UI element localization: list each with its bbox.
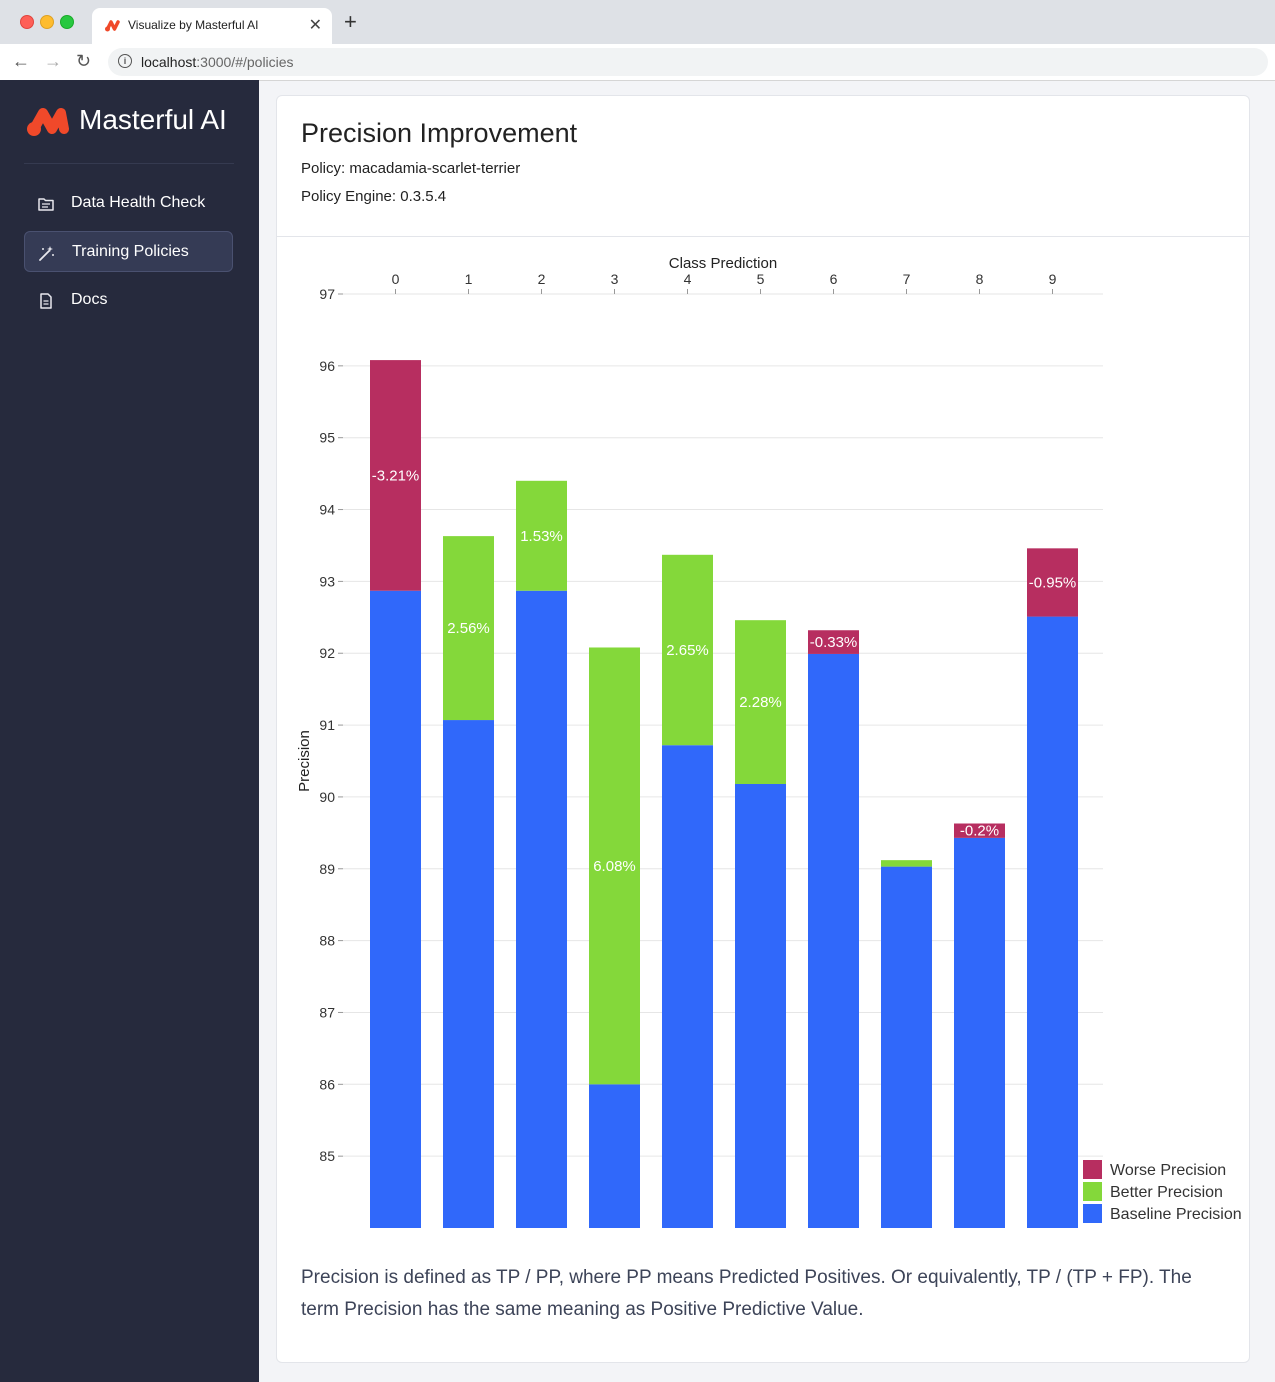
baseline-bar: [881, 866, 932, 1228]
masterful-logo-icon[interactable]: [27, 108, 71, 136]
back-arrow-icon[interactable]: ←: [12, 51, 30, 72]
x-tick-label: 4: [684, 271, 692, 287]
y-tick-label: 87: [319, 1004, 335, 1020]
document-icon: [40, 293, 52, 309]
bar-value-label: 2.65%: [666, 642, 709, 659]
bar-value-label: -3.21%: [372, 467, 420, 484]
precision-definition: Precision is defined as TP / PP, where P…: [301, 1267, 1192, 1320]
y-axis-title: Precision: [296, 730, 313, 792]
baseline-bar: [735, 783, 786, 1228]
y-tick-label: 94: [319, 502, 335, 518]
policy-name: Policy: macadamia-scarlet-terrier: [301, 160, 521, 177]
browser-tab-bar: Visualize by Masterful AI ✕ +: [0, 0, 1275, 44]
new-tab-button[interactable]: +: [344, 11, 357, 33]
brand-name[interactable]: Masterful AI: [79, 104, 227, 136]
legend-swatch: [1083, 1182, 1102, 1201]
minimize-window-button[interactable]: [40, 15, 54, 29]
y-tick-label: 90: [319, 789, 335, 805]
y-tick-label: 88: [319, 933, 335, 949]
baseline-bar: [516, 590, 567, 1228]
url-text: localhost:3000/#/policies: [141, 54, 294, 70]
x-tick-label: 7: [903, 271, 911, 287]
x-tick-label: 9: [1049, 271, 1057, 287]
precision-card: Precision Improvement Policy: macadamia-…: [276, 95, 1250, 1363]
baseline-bar: [370, 590, 421, 1228]
sidebar-item-training-policies[interactable]: Training Policies: [24, 231, 233, 272]
baseline-bar: [954, 837, 1005, 1228]
x-tick-label: 0: [392, 271, 400, 287]
reload-icon[interactable]: ↻: [76, 51, 91, 72]
baseline-bar: [1027, 616, 1078, 1228]
x-tick-label: 8: [976, 271, 984, 287]
x-tick-label: 1: [465, 271, 473, 287]
browser-tab[interactable]: Visualize by Masterful AI ✕: [92, 8, 332, 44]
address-bar[interactable]: i localhost:3000/#/policies: [108, 48, 1268, 76]
y-tick-label: 91: [319, 717, 335, 733]
x-tick-label: 2: [538, 271, 546, 287]
legend-swatch: [1083, 1160, 1102, 1179]
card-divider: [277, 236, 1249, 237]
bar-value-label: -0.2%: [960, 823, 999, 840]
sidebar-item-data-health-check[interactable]: Data Health Check: [24, 183, 233, 224]
forward-arrow-icon[interactable]: →: [44, 51, 62, 72]
y-tick-label: 96: [319, 358, 335, 374]
tab-title: Visualize by Masterful AI: [128, 18, 259, 32]
browser-toolbar: ← → ↻ i localhost:3000/#/policies: [0, 44, 1275, 81]
sidebar-item-label: Data Health Check: [71, 194, 206, 211]
better-bar: [881, 860, 932, 867]
magic-wand-icon: [39, 246, 54, 261]
url-path: :3000/#/policies: [196, 54, 294, 70]
bar-value-label: 6.08%: [593, 858, 636, 875]
legend-swatch: [1083, 1204, 1102, 1223]
bar-value-label: 1.53%: [520, 528, 563, 545]
y-tick-label: 93: [319, 573, 335, 589]
baseline-bar: [808, 653, 859, 1228]
info-icon[interactable]: i: [118, 54, 132, 68]
sidebar-item-label: Docs: [71, 291, 108, 308]
baseline-bar: [443, 720, 494, 1228]
bar-value-label: -0.33%: [810, 634, 858, 651]
bar-value-label: 2.28%: [739, 694, 782, 711]
bar-value-label: 2.56%: [447, 620, 490, 637]
sidebar-item-label: Training Policies: [72, 243, 189, 260]
close-window-button[interactable]: [20, 15, 34, 29]
maximize-window-button[interactable]: [60, 15, 74, 29]
tab-close-icon[interactable]: ✕: [309, 15, 322, 35]
y-tick-label: 97: [319, 286, 335, 302]
folder-icon: [38, 198, 54, 211]
x-tick-label: 5: [757, 271, 765, 287]
y-tick-label: 85: [319, 1148, 335, 1164]
y-tick-label: 86: [319, 1076, 335, 1092]
policy-engine-version: Policy Engine: 0.3.5.4: [301, 188, 447, 205]
sidebar-item-docs[interactable]: Docs: [24, 280, 233, 321]
legend-label: Worse Precision: [1110, 1162, 1226, 1179]
legend-label: Better Precision: [1110, 1184, 1223, 1201]
y-tick-label: 95: [319, 430, 335, 446]
baseline-bar: [589, 1084, 640, 1228]
x-tick-label: 3: [611, 271, 619, 287]
precision-bar-chart: 858687888990919293949596970 1 2 3 4 5 6 7 8 9Clas…: [296, 255, 1242, 1228]
x-axis-title: Class Prediction: [669, 255, 777, 272]
page-title: Precision Improvement: [301, 118, 578, 148]
masterful-logo-icon: [105, 20, 120, 32]
y-tick-label: 92: [319, 645, 335, 661]
y-tick-label: 89: [319, 861, 335, 877]
baseline-bar: [662, 745, 713, 1228]
legend-label: Baseline Precision: [1110, 1206, 1242, 1223]
sidebar: Masterful AI Data Health Check Training …: [0, 80, 259, 1382]
sidebar-divider: [24, 163, 234, 164]
bar-value-label: -0.95%: [1029, 574, 1077, 591]
x-tick-label: 6: [830, 271, 838, 287]
url-host: localhost: [141, 54, 197, 70]
